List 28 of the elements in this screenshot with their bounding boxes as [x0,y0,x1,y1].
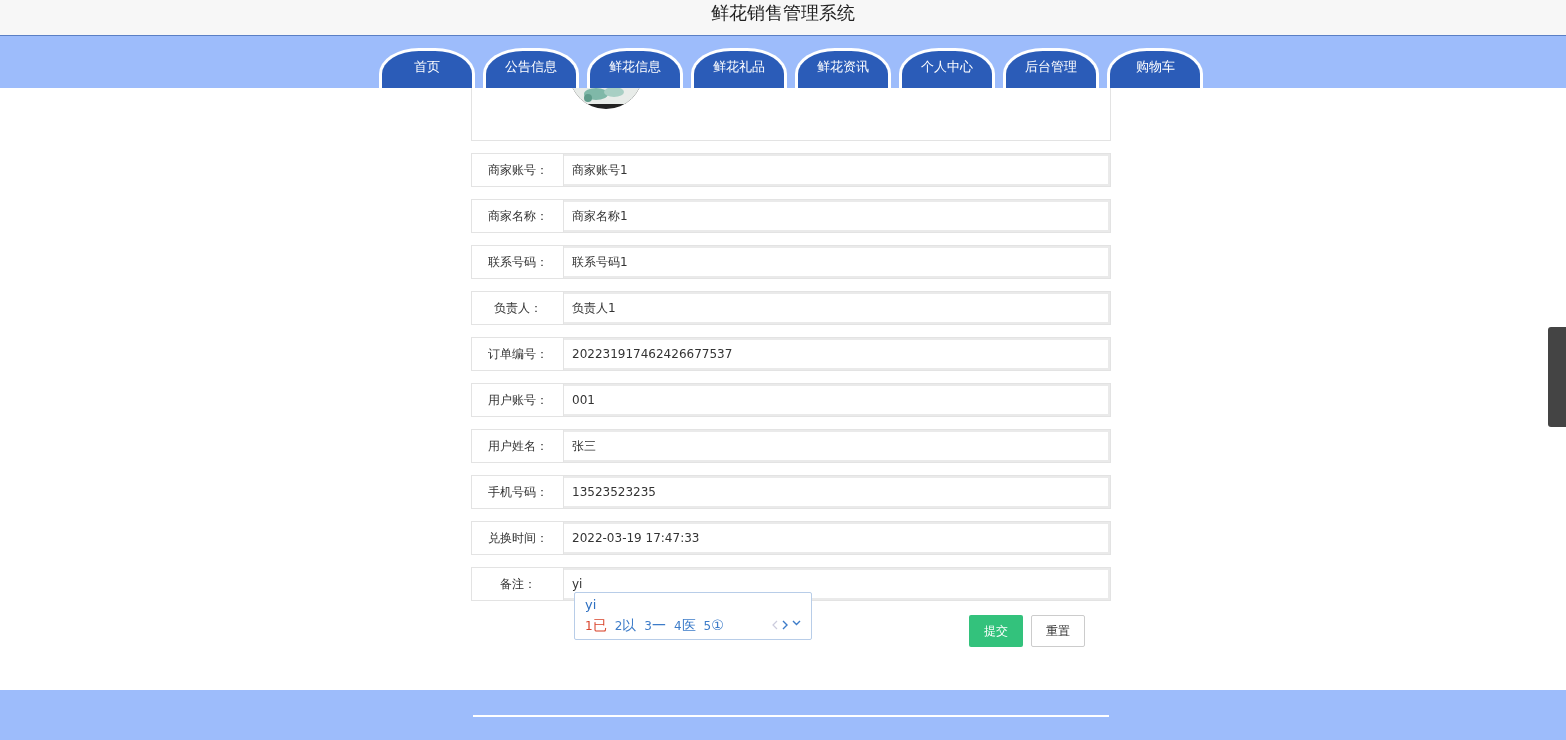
input-field[interactable]: 商家账号1 [564,154,1110,186]
ime-candidate[interactable]: 5① [703,614,724,636]
input-field[interactable]: 负责人1 [564,292,1110,324]
nav-tab[interactable]: 公告信息 [483,48,579,88]
expand-icon[interactable] [792,620,801,626]
nav-tab[interactable]: 个人中心 [899,48,995,88]
input-field[interactable]: 张三 [564,430,1110,462]
input-field[interactable]: 商家名称1 [564,200,1110,232]
input-field[interactable]: 202231917462426677537 [564,338,1110,370]
side-handle[interactable] [1548,327,1566,427]
ime-candidate[interactable]: 1已 [585,614,607,636]
nav-tab[interactable]: 后台管理 [1003,48,1099,88]
nav-tab[interactable]: 鲜花信息 [587,48,683,88]
reset-button[interactable]: 重置 [1031,615,1085,647]
nav-tab[interactable]: 鲜花礼品 [691,48,787,88]
nav-tab[interactable]: 鲜花资讯 [795,48,891,88]
nav-tab[interactable]: 购物车 [1107,48,1203,88]
ime-candidate[interactable]: 4医 [673,614,696,636]
ime-candidate[interactable]: 3一 [644,614,666,636]
ime-composition: yi [585,597,597,612]
ime-candidate[interactable]: 2以 [614,614,637,636]
next-icon[interactable] [782,620,788,630]
site-title: 鲜花销售管理系统 [711,2,855,23]
input-field[interactable]: 联系号码1 [564,246,1110,278]
input-field[interactable]: 2022-03-19 17:47:33 [564,522,1110,554]
nav-tab[interactable]: 首页 [379,48,475,88]
input-field[interactable]: 13523523235 [564,476,1110,508]
input-field[interactable]: 001 [564,384,1110,416]
